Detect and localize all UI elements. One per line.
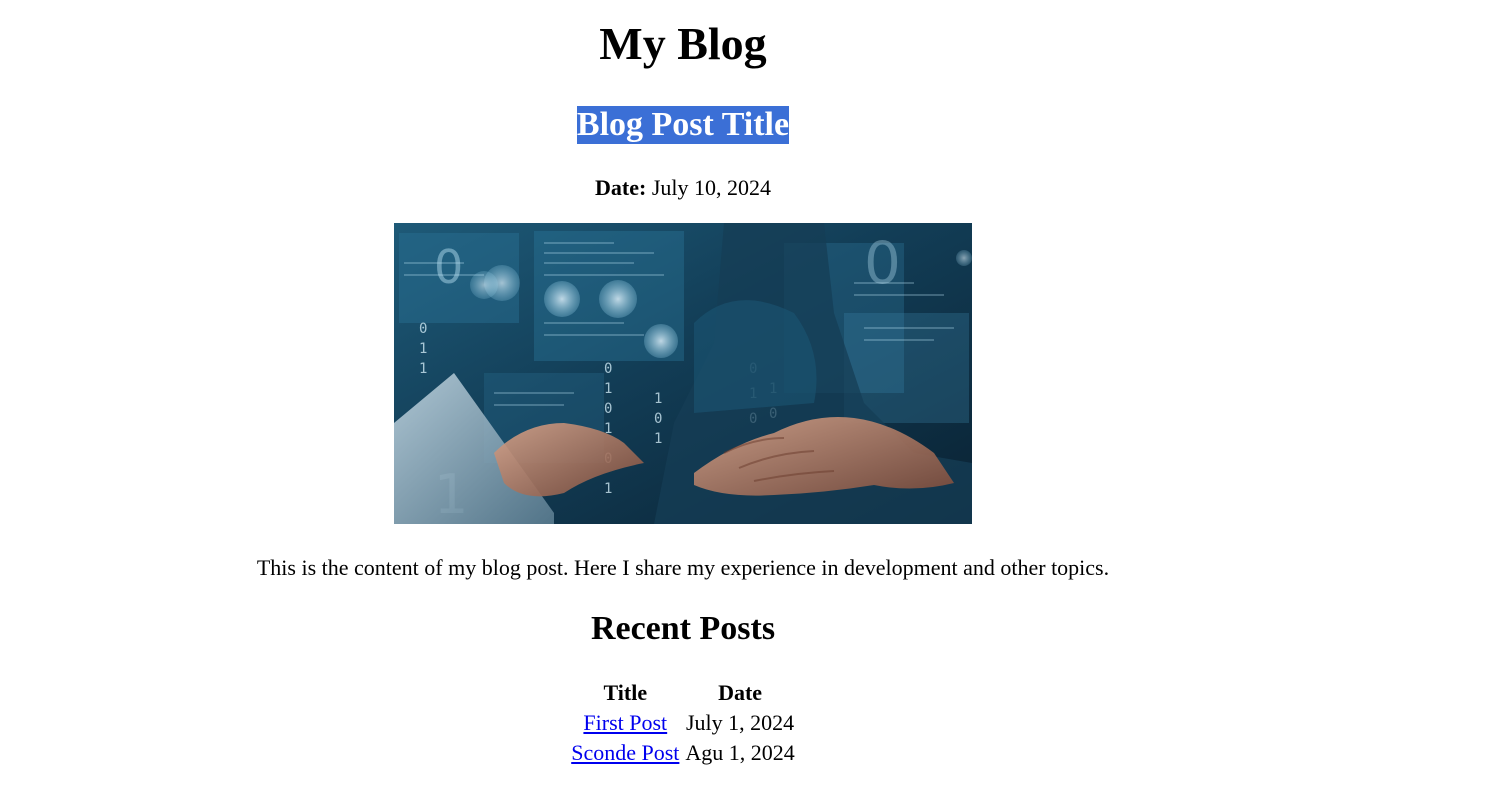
svg-text:1: 1 (604, 481, 612, 497)
table-header-row: Title Date (569, 679, 797, 707)
svg-text:1: 1 (419, 341, 427, 357)
svg-text:1: 1 (419, 361, 427, 377)
post-title: Blog Post Title (576, 106, 790, 144)
post-title-cell: First Post (569, 709, 681, 737)
table-row: First Post July 1, 2024 (569, 709, 797, 737)
blog-hero-image: 010 101 101 010 10 011 0 0 1 (394, 223, 972, 524)
post-title-container: Blog Post Title (0, 106, 1366, 146)
site-title: My Blog (599, 18, 767, 69)
svg-text:0: 0 (864, 229, 901, 297)
svg-text:0: 0 (654, 411, 662, 427)
svg-text:0: 0 (419, 321, 427, 337)
recent-posts-table: Title Date First Post July 1, 2024 Scond… (567, 677, 799, 769)
post-date-value: July 10, 2024 (651, 175, 771, 200)
recent-posts-heading: Recent Posts (590, 610, 776, 647)
post-date-cell: Agu 1, 2024 (685, 740, 795, 765)
svg-text:1: 1 (654, 431, 662, 447)
post-link-second[interactable]: Sconde Post (571, 740, 679, 765)
svg-text:0: 0 (604, 361, 612, 377)
blog-page: My Blog Blog Post Title Date: July 10, 2… (0, 0, 1366, 769)
svg-text:1: 1 (604, 381, 612, 397)
table-row: Sconde Post Agu 1, 2024 (569, 739, 797, 767)
post-date-cell: July 1, 2024 (685, 710, 795, 735)
post-content: This is the content of my blog post. Her… (256, 555, 1110, 580)
svg-text:0: 0 (434, 240, 463, 294)
post-link-first[interactable]: First Post (583, 710, 667, 735)
post-date-label: Date: (595, 175, 647, 200)
column-header-date: Date (718, 680, 763, 705)
column-header-title: Title (603, 680, 648, 705)
svg-text:0: 0 (604, 401, 612, 417)
post-date: Date: July 10, 2024 (0, 175, 1366, 201)
svg-text:1: 1 (654, 391, 662, 407)
post-title-cell: Sconde Post (569, 739, 681, 767)
